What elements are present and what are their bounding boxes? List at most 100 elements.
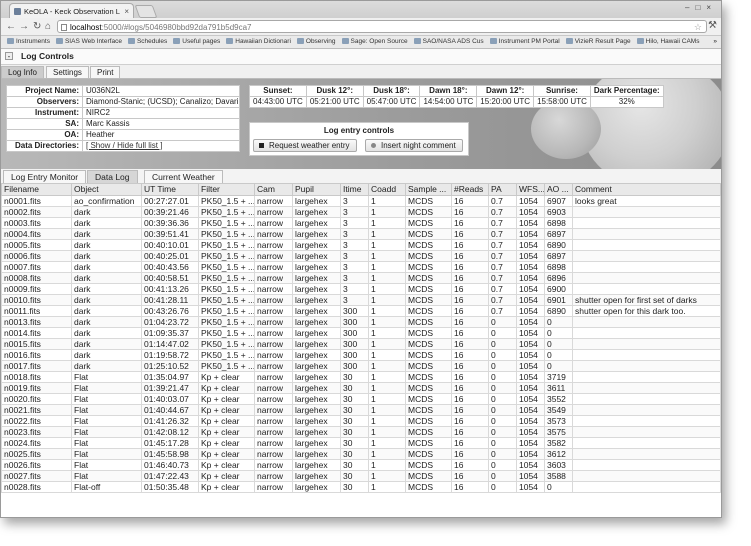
bookmark-item[interactable]: SIAS Web Interface (55, 36, 122, 48)
minimize-icon[interactable]: – (685, 3, 695, 12)
table-row[interactable]: n0025.fits Flat 01:45:58.98 Kp + clear narro… (1, 448, 721, 460)
maximize-icon[interactable]: □ (695, 3, 706, 12)
sun-time-value: 15:20:00 UTC (476, 96, 535, 108)
bookmark-item[interactable]: VizieR Result Page (565, 36, 631, 48)
bookmark-item[interactable]: Instrument PM Portal (489, 36, 560, 48)
table-row[interactable]: n0020.fits Flat 01:40:03.07 Kp + clear narro… (1, 393, 721, 405)
tab-settings[interactable]: Settings (46, 66, 89, 78)
bookmark-item[interactable]: Hilo, Hawaii CAMs (636, 36, 699, 48)
column-header[interactable]: Sample ... (405, 183, 452, 196)
show-hide-directories-link[interactable]: [ Show / Hide full list ] (86, 142, 162, 151)
table-cell: 16 (451, 206, 489, 218)
reload-icon[interactable]: ↻ (33, 20, 41, 33)
insert-night-comment-button[interactable]: Insert night comment (365, 139, 463, 152)
table-row[interactable]: n0016.fits dark 01:19:58.72 PK50_1.5 + ... n… (1, 349, 721, 361)
bookmark-item[interactable]: SAO/NASA ADS Cus (413, 36, 484, 48)
table-row[interactable]: n0022.fits Flat 01:41:26.32 Kp + clear narro… (1, 415, 721, 427)
table-row[interactable]: n0026.fits Flat 01:46:40.73 Kp + clear narro… (1, 459, 721, 471)
address-bar[interactable]: localhost:5000/#logs/5046980bbd92da791b5… (57, 20, 707, 33)
column-header[interactable]: UT Time (141, 183, 199, 196)
table-row[interactable]: n0018.fits Flat 01:35:04.97 Kp + clear narro… (1, 371, 721, 383)
table-row[interactable]: n0005.fits dark 00:40:10.01 PK50_1.5 + ... n… (1, 239, 721, 251)
table-row[interactable]: n0021.fits Flat 01:40:44.67 Kp + clear narro… (1, 404, 721, 416)
close-window-icon[interactable]: × (706, 3, 717, 12)
column-header[interactable]: Comment (572, 183, 721, 196)
table-cell: 16 (451, 250, 489, 262)
table-cell: 01:42:08.12 (141, 426, 199, 438)
table-row[interactable]: n0006.fits dark 00:40:25.01 PK50_1.5 + ... n… (1, 250, 721, 262)
table-row[interactable]: n0002.fits dark 00:39:21.46 PK50_1.5 + ... n… (1, 206, 721, 218)
bookmark-item[interactable]: Useful pages (173, 36, 220, 48)
forward-arrow-icon[interactable]: → (19, 20, 29, 33)
table-row[interactable]: n0004.fits dark 00:39:51.41 PK50_1.5 + ... n… (1, 228, 721, 240)
new-tab-button[interactable] (134, 5, 158, 18)
table-cell: 1054 (516, 481, 545, 493)
bookmark-folder-icon (413, 38, 421, 44)
table-row[interactable]: n0001.fits ao_confirmation 00:27:27.01 PK50… (1, 195, 721, 207)
table-row[interactable]: n0027.fits Flat 01:47:22.43 Kp + clear narro… (1, 470, 721, 482)
table-row[interactable]: n0014.fits dark 01:09:35.37 PK50_1.5 + ... n… (1, 327, 721, 339)
back-arrow-icon[interactable]: ← (6, 20, 16, 33)
table-cell: 1 (368, 426, 406, 438)
table-cell: 01:45:17.28 (141, 437, 199, 449)
bookmark-star-icon[interactable]: ☆ (694, 21, 702, 34)
table-row[interactable]: n0017.fits dark 01:25:10.52 PK50_1.5 + ... n… (1, 360, 721, 372)
bookmark-item[interactable]: Instruments (7, 36, 50, 48)
tab-close-icon[interactable]: × (124, 4, 129, 18)
sun-time-value: 32% (589, 96, 664, 108)
table-row[interactable]: n0028.fits Flat-off 01:50:35.48 Kp + clear n… (1, 481, 721, 493)
tab-print[interactable]: Print (90, 66, 121, 78)
table-row[interactable]: n0024.fits Flat 01:45:17.28 Kp + clear narro… (1, 437, 721, 449)
table-cell: 3 (340, 294, 369, 306)
table-cell: narrow (254, 415, 293, 427)
table-row[interactable]: n0007.fits dark 00:40:43.56 PK50_1.5 + ... n… (1, 261, 721, 273)
tab-log-info[interactable]: Log Info (1, 66, 44, 78)
column-header[interactable]: PA (488, 183, 517, 196)
table-row[interactable]: n0019.fits Flat 01:39:21.47 Kp + clear narro… (1, 382, 721, 394)
table-cell: 01:40:44.67 (141, 404, 199, 416)
column-header[interactable]: WFS... (516, 183, 545, 196)
table-cell: 30 (340, 459, 369, 471)
column-header[interactable]: AO ... (544, 183, 573, 196)
column-header[interactable]: Filter (198, 183, 255, 196)
table-cell: 0 (488, 426, 517, 438)
table-row[interactable]: n0011.fits dark 00:43:26.76 PK50_1.5 + ... n… (1, 305, 721, 317)
column-header[interactable]: #Reads (451, 183, 489, 196)
request-weather-entry-button[interactable]: Request weather entry (253, 139, 357, 152)
column-header[interactable]: Object (71, 183, 142, 196)
bookmark-item[interactable]: Sage: Open Source (341, 36, 408, 48)
table-row[interactable]: n0015.fits dark 01:14:47.02 PK50_1.5 + ... n… (1, 338, 721, 350)
table-cell: 0 (488, 327, 517, 339)
tab-current-weather[interactable]: Current Weather (144, 170, 223, 183)
column-header[interactable]: Pupil (292, 183, 341, 196)
data-log-grid[interactable]: Filename Object UT Time Filter Cam Pupil Itime… (1, 183, 721, 517)
tab-log-entry-monitor[interactable]: Log Entry Monitor (3, 170, 87, 183)
column-header[interactable]: Coadd (368, 183, 406, 196)
wrench-icon[interactable]: ⚒ (708, 20, 717, 31)
column-header[interactable]: Itime (340, 183, 369, 196)
table-row[interactable]: n0003.fits dark 00:39:36.36 PK50_1.5 + ... n… (1, 217, 721, 229)
table-cell: largehex (292, 404, 341, 416)
home-icon[interactable]: ⌂ (45, 20, 51, 33)
table-row[interactable]: n0010.fits dark 00:41:28.11 PK50_1.5 + ... n… (1, 294, 721, 306)
table-row[interactable]: n0023.fits Flat 01:42:08.12 Kp + clear narro… (1, 426, 721, 438)
table-cell: 6890 (544, 239, 573, 251)
log-controls-header[interactable]: - Log Controls (1, 49, 721, 65)
bookmark-item[interactable]: Hawaiian Dictionari (226, 36, 291, 48)
table-cell: 0 (488, 382, 517, 394)
log-entry-controls-title: Log entry controls (323, 126, 395, 135)
bookmark-item[interactable]: Schedules (127, 36, 167, 48)
browser-tab[interactable]: KeOLA - Keck Observation L × (9, 3, 134, 18)
column-header[interactable]: Filename (1, 183, 72, 196)
table-cell: MCDS (405, 404, 452, 416)
tab-data-log[interactable]: Data Log (87, 170, 138, 183)
bookmarks-more-icon[interactable]: » (713, 36, 717, 48)
table-row[interactable]: n0008.fits dark 00:40:58.51 PK50_1.5 + ... n… (1, 272, 721, 284)
window-controls[interactable]: –□× (685, 3, 717, 12)
bookmark-item[interactable]: Observing (296, 36, 336, 48)
column-header[interactable]: Cam (254, 183, 293, 196)
table-cell: 16 (451, 294, 489, 306)
table-row[interactable]: n0013.fits dark 01:04:23.72 PK50_1.5 + ... n… (1, 316, 721, 328)
table-row[interactable]: n0009.fits dark 00:41:13.26 PK50_1.5 + ... n… (1, 283, 721, 295)
collapse-toggle-icon[interactable]: - (5, 52, 13, 61)
